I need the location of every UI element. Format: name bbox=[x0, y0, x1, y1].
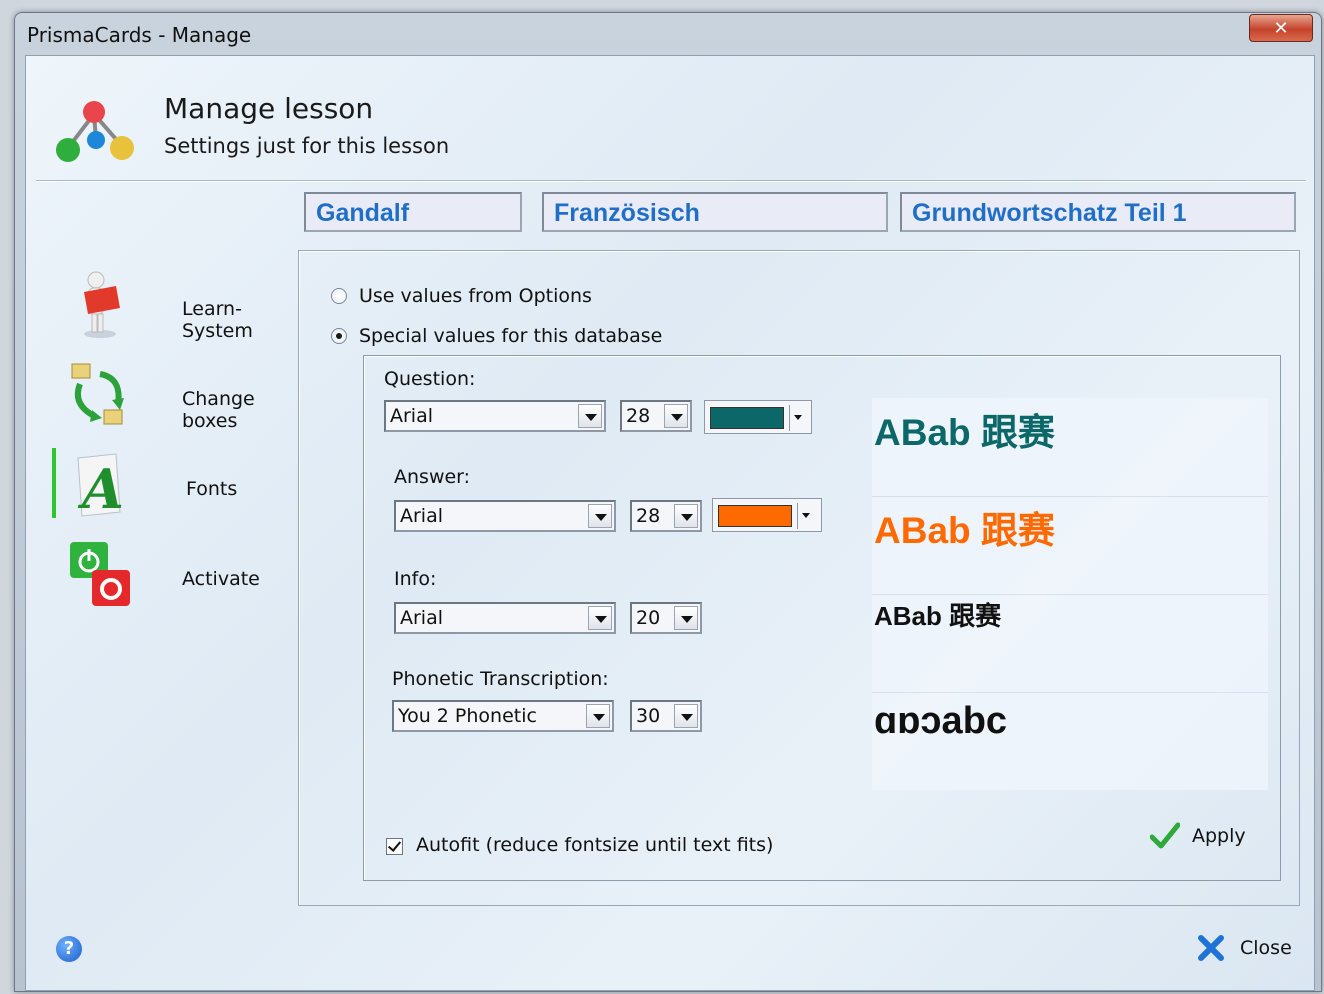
question-color-picker[interactable] bbox=[704, 400, 812, 434]
font-settings-group: Question: Arial 28 Answer: Arial 28 Info… bbox=[363, 355, 1281, 881]
phonetic-preview-row: ɑɒɔabc bbox=[872, 692, 1268, 790]
title-bar[interactable]: PrismaCards - Manage ✕ bbox=[15, 13, 1321, 55]
info-font-value: Arial bbox=[400, 607, 444, 629]
close-icon bbox=[1198, 935, 1224, 961]
fonts-icon: A bbox=[77, 453, 124, 520]
chevron-down-icon[interactable] bbox=[664, 404, 688, 428]
answer-preview: ABab 跟赛 bbox=[874, 510, 1055, 551]
nav-item-change-boxes[interactable]: Change boxes bbox=[56, 358, 306, 442]
manage-window: PrismaCards - Manage ✕ Manage lesson Set… bbox=[14, 12, 1322, 992]
answer-color-swatch bbox=[718, 505, 792, 527]
header-divider bbox=[36, 180, 1306, 182]
close-label: Close bbox=[1240, 937, 1292, 959]
info-font-select[interactable]: Arial bbox=[394, 602, 616, 634]
nav-item-fonts[interactable]: A Fonts bbox=[56, 448, 306, 532]
question-preview-row: ABab 跟赛 bbox=[872, 398, 1268, 497]
chevron-down-icon[interactable] bbox=[674, 504, 698, 528]
use-options-radio-row[interactable]: Use values from Options bbox=[331, 285, 592, 307]
answer-size-select[interactable]: 28 bbox=[630, 500, 702, 532]
phonetic-font-value: You 2 Phonetic bbox=[398, 705, 537, 727]
font-preview: ABab 跟赛 ABab 跟赛 ABab 跟赛 ɑɒɔabc bbox=[872, 398, 1268, 790]
breadcrumb-database: Französisch bbox=[542, 192, 888, 232]
window-close-button[interactable]: ✕ bbox=[1249, 14, 1313, 42]
answer-font-value: Arial bbox=[400, 505, 444, 527]
chevron-down-icon[interactable] bbox=[794, 415, 802, 420]
phonetic-font-select[interactable]: You 2 Phonetic bbox=[392, 700, 614, 732]
answer-font-select[interactable]: Arial bbox=[394, 500, 616, 532]
breadcrumb-user: Gandalf bbox=[304, 192, 522, 232]
chevron-down-icon[interactable] bbox=[578, 404, 602, 428]
question-preview: ABab 跟赛 bbox=[874, 412, 1055, 453]
nav-item-learn-system[interactable]: Learn-System bbox=[56, 268, 306, 352]
answer-label: Answer: bbox=[394, 466, 471, 488]
chevron-down-icon[interactable] bbox=[586, 704, 610, 728]
nav-label-fonts: Fonts bbox=[186, 478, 238, 500]
svg-text:A: A bbox=[77, 457, 124, 520]
activate-icon bbox=[70, 542, 130, 606]
nav-label-activate: Activate bbox=[182, 568, 260, 590]
chevron-down-icon[interactable] bbox=[588, 606, 612, 630]
nav-label-change-boxes: Change boxes bbox=[182, 388, 255, 432]
chevron-down-icon[interactable] bbox=[674, 704, 698, 728]
chevron-down-icon[interactable] bbox=[674, 606, 698, 630]
chevron-down-icon[interactable] bbox=[588, 504, 612, 528]
apply-button[interactable]: Apply bbox=[1150, 818, 1260, 854]
phonetic-preview: ɑɒɔabc bbox=[874, 700, 1008, 742]
page-title: Manage lesson bbox=[164, 92, 374, 125]
color-picker-divider bbox=[789, 405, 790, 431]
answer-preview-row: ABab 跟赛 bbox=[872, 496, 1268, 595]
manage-lesson-icon bbox=[56, 101, 134, 162]
fonts-panel: Use values from Options Special values f… bbox=[298, 250, 1300, 906]
info-size-value: 20 bbox=[636, 607, 661, 629]
breadcrumb-lesson: Grundwortschatz Teil 1 bbox=[900, 192, 1296, 232]
answer-color-picker[interactable] bbox=[712, 498, 822, 532]
phonetic-size-select[interactable]: 30 bbox=[630, 700, 702, 732]
close-button[interactable]: Close bbox=[1196, 930, 1306, 966]
phonetic-label: Phonetic Transcription: bbox=[392, 668, 609, 690]
color-picker-divider bbox=[797, 503, 798, 529]
apply-label: Apply bbox=[1192, 825, 1246, 847]
help-icon[interactable]: ? bbox=[56, 936, 82, 962]
autofit-label: Autofit (reduce fontsize until text fits… bbox=[416, 834, 774, 856]
nav-label-learn-system: Learn-System bbox=[182, 298, 253, 342]
info-preview-row: ABab 跟赛 bbox=[872, 594, 1268, 693]
special-values-label: Special values for this database bbox=[359, 325, 663, 347]
chevron-down-icon[interactable] bbox=[802, 513, 810, 518]
question-label: Question: bbox=[384, 368, 476, 390]
question-size-select[interactable]: 28 bbox=[620, 400, 692, 432]
question-font-value: Arial bbox=[390, 405, 434, 427]
answer-size-value: 28 bbox=[636, 505, 661, 527]
info-preview: ABab 跟赛 bbox=[874, 601, 1002, 631]
nav-item-activate[interactable]: Activate bbox=[56, 538, 306, 622]
learn-system-icon bbox=[84, 271, 120, 338]
window-title: PrismaCards - Manage bbox=[27, 23, 252, 47]
change-boxes-icon bbox=[71, 363, 124, 425]
client-area: Manage lesson Settings just for this les… bbox=[25, 55, 1315, 991]
use-options-label: Use values from Options bbox=[359, 285, 592, 307]
use-options-radio[interactable] bbox=[331, 288, 347, 304]
info-label: Info: bbox=[394, 568, 437, 590]
question-font-select[interactable]: Arial bbox=[384, 400, 606, 432]
question-size-value: 28 bbox=[626, 405, 651, 427]
question-color-swatch bbox=[710, 407, 784, 429]
phonetic-size-value: 30 bbox=[636, 705, 661, 727]
special-values-radio[interactable] bbox=[331, 328, 347, 344]
autofit-checkbox[interactable] bbox=[386, 838, 403, 855]
page-subtitle: Settings just for this lesson bbox=[164, 134, 450, 158]
info-size-select[interactable]: 20 bbox=[630, 602, 702, 634]
special-values-radio-row[interactable]: Special values for this database bbox=[331, 325, 662, 347]
checkmark-icon bbox=[1150, 822, 1180, 849]
